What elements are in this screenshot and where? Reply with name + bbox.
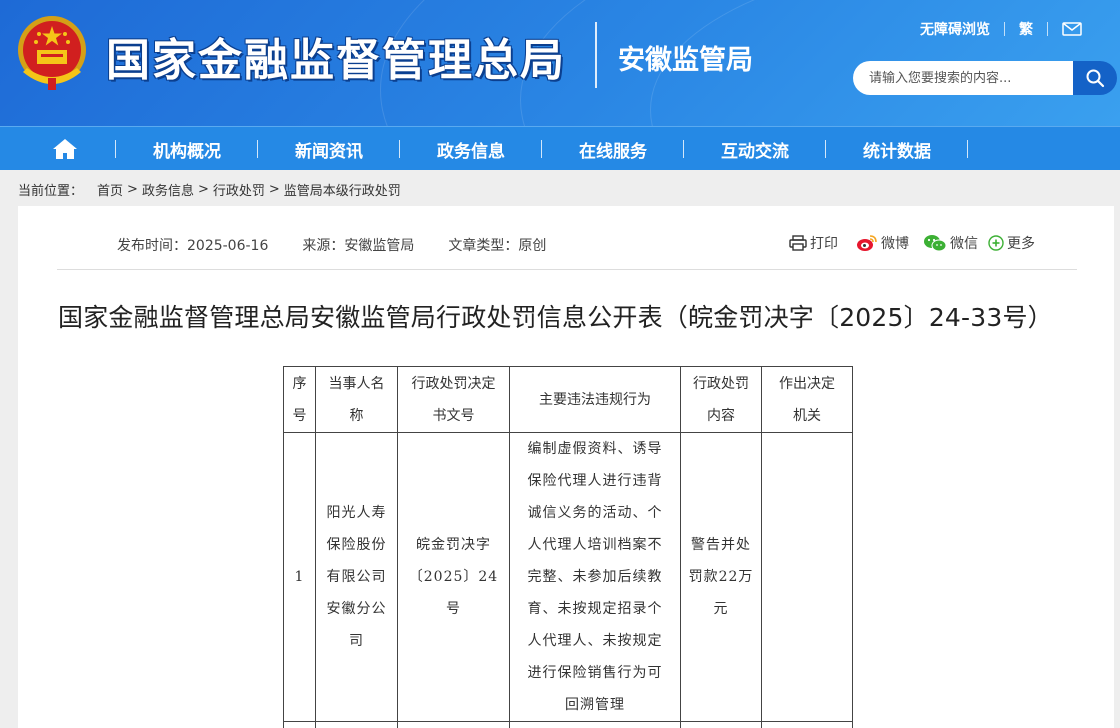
header-violation: 主要违法违规行为 <box>509 366 681 433</box>
breadcrumb-home[interactable]: 首页 <box>97 180 123 199</box>
search-box <box>853 61 1117 95</box>
home-icon <box>53 139 77 159</box>
article-meta: 发布时间：2025-06-16 来源：安徽监管局 文章类型：原创 <box>117 235 580 255</box>
breadcrumb-government-info[interactable]: 政务信息 <box>142 180 194 199</box>
breadcrumb-separator: > <box>127 182 138 197</box>
row-doc-no <box>397 721 510 728</box>
wechat-share-button[interactable]: 微信 <box>923 233 978 253</box>
row-violation <box>509 721 681 728</box>
accessibility-link[interactable]: 无障碍浏览 <box>920 19 990 39</box>
row-penalty: 警告并处 罚款22万 元 <box>680 432 762 722</box>
top-link-divider <box>1004 22 1005 36</box>
row-authority <box>761 432 853 722</box>
article-container: 发布时间：2025-06-16 来源：安徽监管局 文章类型：原创 打印 微博 微… <box>18 206 1114 728</box>
article-type: 文章类型：原创 <box>448 238 547 254</box>
nav-item-online-service[interactable]: 在线服务 <box>542 127 684 171</box>
share-bar: 打印 微博 微信 更多 <box>789 233 1045 253</box>
nav-item-government-info[interactable]: 政务信息 <box>400 127 542 171</box>
nav-item-institution[interactable]: 机构概况 <box>116 127 258 171</box>
printer-icon <box>789 235 807 251</box>
site-header: 国家金融监督管理总局 安徽监管局 无障碍浏览 繁 <box>0 0 1120 126</box>
article-title: 国家金融监督管理总局安徽监管局行政处罚信息公开表（皖金罚决字〔2025〕24-3… <box>58 303 1053 332</box>
row-index: 1 <box>283 432 316 722</box>
nav-item-interaction[interactable]: 互动交流 <box>684 127 826 171</box>
row-party <box>315 721 398 728</box>
publish-time: 发布时间：2025-06-16 <box>117 238 269 254</box>
plus-circle-icon <box>988 235 1004 251</box>
search-input[interactable] <box>853 61 1073 95</box>
mail-icon[interactable] <box>1062 22 1082 36</box>
table-header-row: 序 号 当事人名 称 行政处罚决定 书文号 主要违法违规行为 行政处罚 内容 作… <box>283 366 853 433</box>
more-label: 更多 <box>1007 236 1035 252</box>
breadcrumb-separator: > <box>268 182 280 197</box>
nav-divider <box>967 140 968 158</box>
wechat-icon <box>924 235 947 252</box>
nav-item-statistics[interactable]: 统计数据 <box>826 127 968 171</box>
row-index <box>283 721 316 728</box>
row-doc-no: 皖金罚决字 〔2025〕24号 <box>397 432 510 722</box>
weibo-share-button[interactable]: 微博 <box>856 233 909 253</box>
title-divider <box>595 22 597 88</box>
header-party: 当事人名 称 <box>315 366 398 433</box>
article-source: 来源：安徽监管局 <box>302 238 415 254</box>
weibo-icon <box>857 235 877 251</box>
header-doc-no: 行政处罚决定 书文号 <box>397 366 510 433</box>
header-authority: 作出决定 机关 <box>761 366 853 433</box>
traditional-chinese-link[interactable]: 繁 <box>1019 19 1033 39</box>
top-link-divider <box>1047 22 1048 36</box>
main-nav: 机构概况 新闻资讯 政务信息 在线服务 互动交流 统计数据 <box>0 126 1120 170</box>
breadcrumb-local-penalty[interactable]: 监管局本级行政处罚 <box>284 180 401 199</box>
top-links: 无障碍浏览 繁 <box>920 18 1082 40</box>
meta-divider <box>57 269 1077 270</box>
bureau-name[interactable]: 安徽监管局 <box>618 38 753 77</box>
table-row <box>283 721 853 728</box>
more-share-button[interactable]: 更多 <box>988 233 1035 253</box>
search-button[interactable] <box>1073 61 1117 95</box>
breadcrumb: 当前位置： 首页 > 政务信息 > 行政处罚 > 监管局本级行政处罚 <box>18 180 405 199</box>
weibo-label: 微博 <box>881 236 909 252</box>
row-authority <box>761 721 853 728</box>
print-button[interactable]: 打印 <box>789 233 838 253</box>
search-icon <box>1086 69 1105 88</box>
breadcrumb-label: 当前位置： <box>18 184 84 199</box>
header-index: 序 号 <box>283 366 316 433</box>
nav-home[interactable] <box>0 127 130 171</box>
table-row: 1 阳光人寿 保险股份 有限公司 安徽分公 司 皖金罚决字 〔2025〕24号 … <box>283 432 853 722</box>
row-party: 阳光人寿 保险股份 有限公司 安徽分公 司 <box>315 432 398 722</box>
print-label: 打印 <box>810 236 838 252</box>
wechat-label: 微信 <box>950 236 978 252</box>
breadcrumb-penalty[interactable]: 行政处罚 <box>213 180 265 199</box>
breadcrumb-separator: > <box>197 182 209 197</box>
penalty-table: 序 号 当事人名 称 行政处罚决定 书文号 主要违法违规行为 行政处罚 内容 作… <box>283 366 853 728</box>
row-violation: 编制虚假资料、诱导 保险代理人进行违背 诚信义务的活动、个 人代理人培训档案不 … <box>509 432 681 722</box>
nav-item-news[interactable]: 新闻资讯 <box>258 127 400 171</box>
row-penalty <box>680 721 762 728</box>
national-emblem-icon[interactable] <box>15 14 89 92</box>
site-title[interactable]: 国家金融监督管理总局 <box>106 24 566 88</box>
header-penalty: 行政处罚 内容 <box>680 366 762 433</box>
